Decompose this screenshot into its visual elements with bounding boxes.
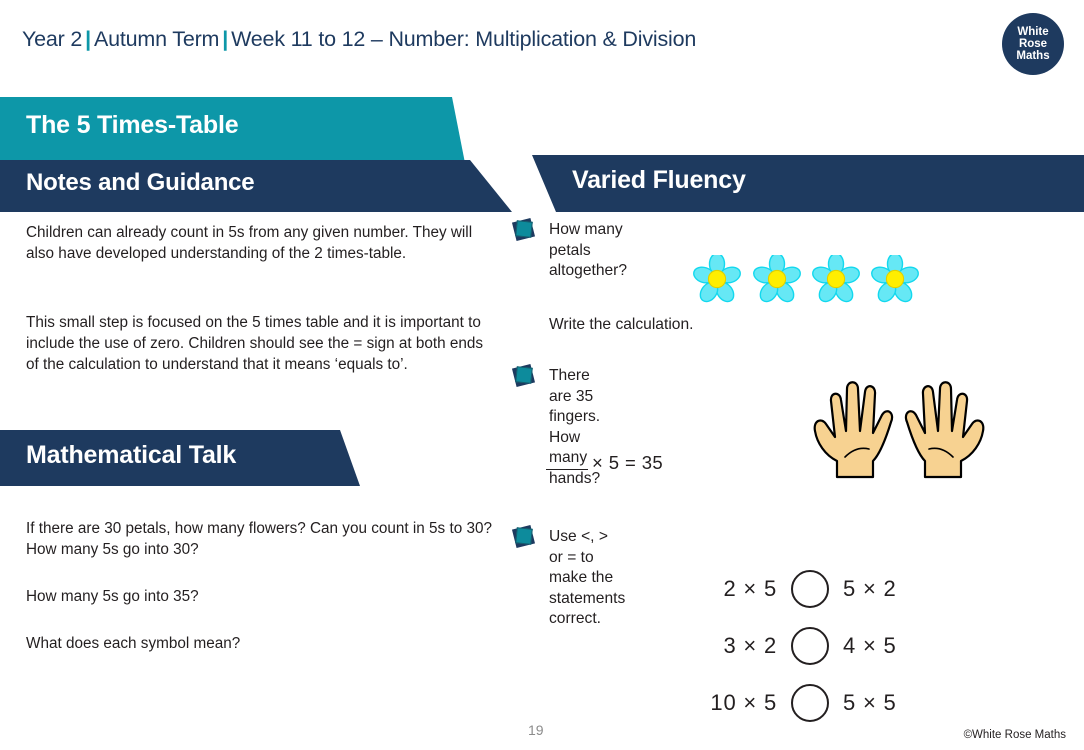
- comparison-left-expression: 2 × 5: [723, 575, 777, 601]
- header-title: Year 2 | Autumn Term | Week 11 to 12 – Numbe…: [22, 27, 696, 52]
- comparison-left-expression: 3 × 2: [723, 632, 777, 658]
- mathematical-talk-title: Mathematical Talk: [26, 441, 237, 469]
- math-talk-question-3: What does each symbol mean?: [26, 635, 241, 652]
- square-bullet-icon: [511, 524, 537, 550]
- logo-line-3: Maths: [1016, 50, 1050, 63]
- comparison-row: 10 × 5 5 × 5: [660, 674, 960, 731]
- comparison-right-expression: 5 × 5: [843, 689, 897, 715]
- comparison-answer-circle[interactable]: [791, 683, 829, 722]
- lesson-title-banner: The 5 Times-Table: [0, 97, 465, 163]
- math-talk-question-2: How many 5s go into 35?: [26, 588, 199, 605]
- question-3-prompt: Use <, > or = to make the statements cor…: [549, 528, 626, 628]
- mathematical-talk-banner: Mathematical Talk: [0, 430, 360, 486]
- header-year: Year 2: [22, 27, 83, 51]
- question-1-followup: Write the calculation.: [549, 316, 694, 333]
- hands-illustration: [803, 375, 995, 483]
- square-bullet-icon: [511, 363, 537, 389]
- comparison-statements-list: 2 × 5 5 × 2 3 × 2 4 × 5 10 × 5 5 × 5: [660, 560, 960, 731]
- comparison-row: 3 × 2 4 × 5: [660, 617, 960, 674]
- math-talk-question-1: If there are 30 petals, how many flowers…: [26, 520, 492, 558]
- header-separator-2: |: [222, 27, 229, 51]
- comparison-right-expression: 4 × 5: [843, 632, 897, 658]
- comparison-answer-circle[interactable]: [791, 626, 829, 665]
- header-week: Week 11 to 12 – Number: Multiplication &…: [231, 27, 697, 51]
- question-1-prompt: How many petals altogether?: [549, 221, 628, 280]
- comparison-row: 2 × 5 5 × 2: [660, 560, 960, 617]
- notes-paragraph-2: This small step is focused on the 5 time…: [26, 314, 484, 373]
- comparison-answer-circle[interactable]: [791, 569, 829, 608]
- notes-and-guidance-title: Notes and Guidance: [26, 169, 255, 196]
- lesson-title-text: The 5 Times-Table: [26, 111, 239, 139]
- equation-text: × 5 = 35: [592, 452, 664, 473]
- varied-fluency-banner: Varied Fluency: [500, 155, 1084, 212]
- page-number: 19: [528, 722, 544, 738]
- comparison-left-expression: 10 × 5: [710, 689, 777, 715]
- varied-fluency-title: Varied Fluency: [572, 166, 746, 194]
- copyright-notice: ©White Rose Maths: [963, 729, 1066, 741]
- header-term: Autumn Term: [94, 27, 220, 51]
- notes-and-guidance-banner: Notes and Guidance: [0, 160, 512, 212]
- page-header: Year 2 | Autumn Term | Week 11 to 12 – Numbe…: [0, 0, 1084, 88]
- notes-paragraph-1: Children can already count in 5s from an…: [26, 224, 473, 262]
- question-2-equation: × 5 = 35: [546, 452, 663, 474]
- comparison-right-expression: 5 × 2: [843, 575, 897, 601]
- logo-line-1: White: [1017, 25, 1049, 38]
- square-bullet-icon: [511, 217, 537, 243]
- header-separator-1: |: [85, 27, 91, 51]
- answer-blank[interactable]: [546, 469, 588, 470]
- white-rose-maths-logo: White Rose Maths: [1002, 13, 1064, 75]
- logo-line-2: Rose: [1018, 37, 1048, 50]
- flower-illustration-group: [690, 252, 932, 307]
